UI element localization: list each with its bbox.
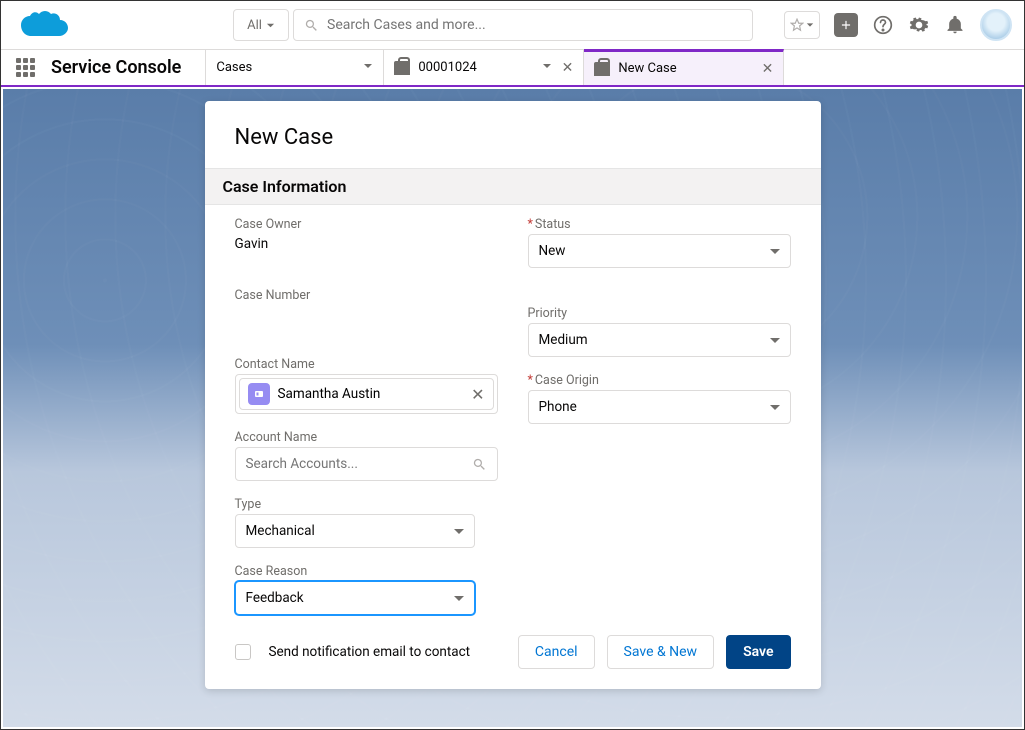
field-type: Type Mechanical [235, 497, 498, 548]
plus-icon [839, 18, 853, 32]
field-account-name: Account Name [235, 430, 498, 481]
field-label: Case Reason [235, 564, 498, 579]
picklist-value: Mechanical [246, 523, 315, 539]
app-name: Service Console [51, 50, 206, 85]
close-tab-button[interactable]: ✕ [562, 60, 574, 76]
gear-icon [909, 15, 929, 35]
search-icon [472, 457, 487, 472]
field-case-origin: *Case Origin Phone [528, 373, 791, 424]
star-icon [790, 18, 804, 32]
contact-lookup[interactable]: Samantha Austin ✕ [235, 374, 498, 414]
status-picklist[interactable]: New [528, 234, 791, 268]
case-number-value [235, 305, 498, 323]
bell-icon [945, 15, 965, 35]
close-tab-button[interactable]: ✕ [762, 61, 774, 77]
field-label: *Status [528, 217, 791, 232]
contact-pill-label: Samantha Austin [278, 386, 381, 402]
salesforce-cloud-icon [21, 8, 69, 42]
nav-tab-label: Cases [216, 60, 252, 75]
page-title: New Case [205, 101, 821, 168]
field-label: Contact Name [235, 357, 498, 372]
field-label: Case Owner [235, 217, 498, 232]
case-owner-value: Gavin [235, 234, 498, 252]
section-header: Case Information [205, 168, 821, 205]
form-body: Case Owner Gavin Case Number Contact Nam… [205, 205, 821, 621]
field-label: *Case Origin [528, 373, 791, 388]
chevron-down-icon [806, 21, 814, 29]
field-label: Type [235, 497, 498, 512]
picklist-value: Medium [539, 332, 588, 348]
field-contact-name: Contact Name Samantha Austin ✕ [235, 357, 498, 414]
field-case-owner: Case Owner Gavin [235, 217, 498, 252]
global-header: All [1, 1, 1024, 49]
setup-button[interactable] [908, 14, 930, 36]
user-avatar[interactable] [980, 9, 1012, 41]
help-icon [873, 15, 893, 35]
global-search-input[interactable] [327, 17, 742, 33]
field-label: Account Name [235, 430, 498, 445]
picklist-value: Phone [539, 399, 577, 415]
search-icon [304, 18, 319, 33]
remove-pill-button[interactable]: ✕ [471, 385, 484, 404]
chevron-down-icon [266, 21, 275, 30]
chevron-down-icon[interactable] [542, 60, 552, 75]
field-label: Priority [528, 306, 791, 321]
modal-footer: Send notification email to contact Cance… [205, 621, 821, 669]
field-priority: Priority Medium [528, 306, 791, 357]
notify-checkbox[interactable] [235, 644, 251, 660]
header-actions [784, 9, 1012, 41]
search-scope-dropdown[interactable]: All [233, 9, 289, 41]
global-actions-button[interactable] [834, 13, 858, 37]
contact-pill: Samantha Austin ✕ [239, 378, 494, 410]
case-icon [594, 62, 610, 76]
account-lookup[interactable] [235, 447, 498, 481]
field-label: Case Number [235, 288, 498, 303]
case-icon [394, 61, 410, 75]
chevron-down-icon[interactable] [363, 60, 373, 75]
save-button[interactable]: Save [726, 635, 790, 669]
save-and-new-button[interactable]: Save & New [607, 635, 715, 669]
cancel-button[interactable]: Cancel [518, 635, 595, 669]
workspace-tab-new-case[interactable]: New Case ✕ [584, 49, 784, 85]
app-nav-bar: Service Console Cases 00001024 ✕ New Cas… [1, 49, 1024, 87]
type-picklist[interactable]: Mechanical [235, 514, 475, 548]
picklist-value: Feedback [246, 590, 304, 606]
workspace-tab-record[interactable]: 00001024 ✕ [384, 50, 584, 85]
help-button[interactable] [872, 14, 894, 36]
app-launcher-button[interactable] [1, 50, 51, 85]
contact-icon [248, 383, 270, 405]
tab-label: New Case [618, 61, 676, 76]
nav-tab-cases[interactable]: Cases [206, 50, 384, 85]
new-case-modal: New Case Case Information Case Owner Gav… [205, 101, 821, 689]
case-origin-picklist[interactable]: Phone [528, 390, 791, 424]
notifications-button[interactable] [944, 14, 966, 36]
notify-checkbox-label: Send notification email to contact [269, 644, 471, 660]
picklist-value: New [539, 243, 566, 259]
logo [13, 8, 233, 42]
account-lookup-input[interactable] [246, 456, 472, 472]
field-status: *Status New [528, 217, 791, 268]
favorites-button[interactable] [784, 11, 820, 39]
priority-picklist[interactable]: Medium [528, 323, 791, 357]
global-search[interactable] [293, 9, 753, 41]
case-reason-picklist[interactable]: Feedback [235, 581, 475, 615]
field-case-reason: Case Reason Feedback [235, 564, 498, 615]
left-column: Case Owner Gavin Case Number Contact Nam… [235, 217, 498, 615]
right-column: *Status New Priority Medium *Case Origin… [528, 217, 791, 615]
waffle-icon [16, 58, 36, 78]
field-case-number: Case Number [235, 288, 498, 323]
tab-label: 00001024 [418, 60, 476, 75]
